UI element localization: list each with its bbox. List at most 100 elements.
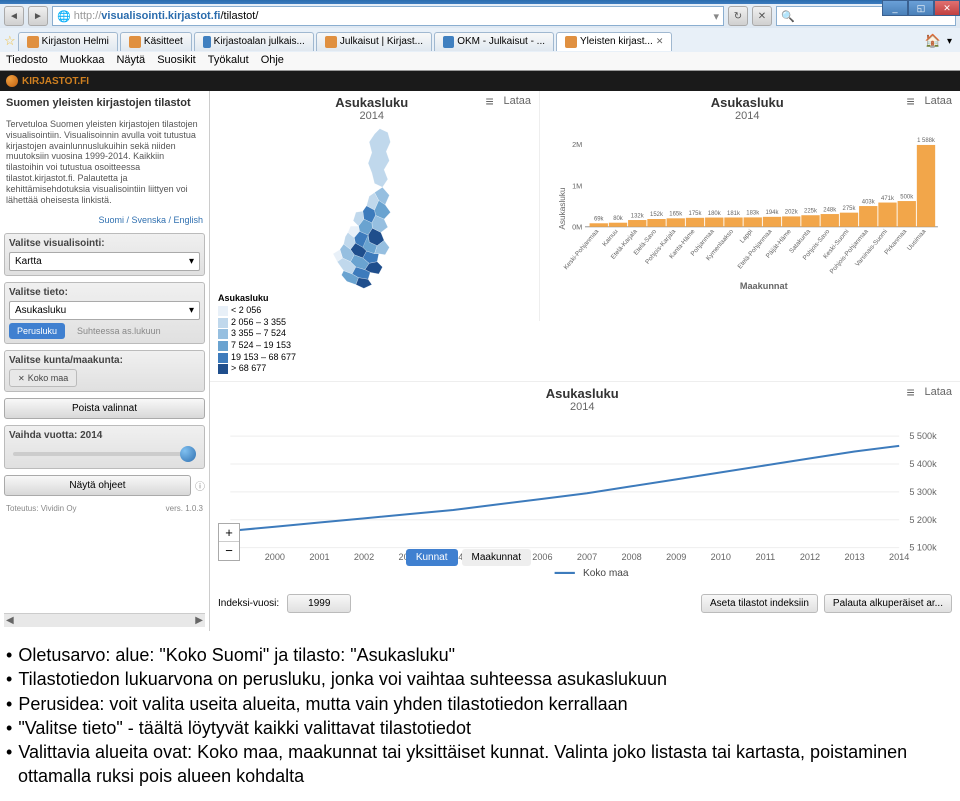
zoom-out-button[interactable]: − (219, 542, 239, 560)
svg-text:2013: 2013 (844, 552, 864, 562)
svg-text:403k: 403k (862, 199, 875, 205)
map-tab-maakunnat[interactable]: Maakunnat (462, 549, 531, 566)
bar-chart-pane: Asukasluku 2014 Lataa Asukasluku 2M1M0M … (540, 91, 960, 321)
menu-file[interactable]: Tiedosto (6, 54, 48, 68)
svg-text:500k: 500k (900, 194, 913, 200)
svg-text:183k: 183k (746, 211, 759, 217)
tab-3[interactable]: Julkaisut | Kirjast... (316, 32, 432, 51)
tab-strip: ☆ Kirjaston Helmi Käsitteet Kirjastoalan… (0, 28, 960, 52)
svg-text:Kainuu: Kainuu (601, 228, 619, 248)
tab-0[interactable]: Kirjaston Helmi (18, 32, 118, 51)
close-icon[interactable]: ✕ (656, 36, 664, 47)
zoom-control[interactable]: + − (218, 523, 240, 561)
vis-select[interactable]: Kartta▾ (9, 252, 200, 271)
svg-text:2001: 2001 (309, 552, 329, 562)
menu-help[interactable]: Ohje (261, 54, 284, 68)
home-icon[interactable]: 🏠 (925, 33, 941, 49)
index-year-select[interactable]: 1999 (287, 594, 351, 613)
bar-chart[interactable]: Asukasluku 2M1M0M 69k80k132k152k165k175k… (540, 126, 960, 291)
bar-title: Asukasluku (711, 95, 784, 110)
finland-map[interactable] (210, 126, 539, 291)
svg-text:Uusimaa: Uusimaa (906, 228, 928, 252)
download-button[interactable]: Lataa (924, 386, 952, 398)
year-label: Vaihda vuotta: 2014 (9, 430, 200, 441)
bar-year: 2014 (711, 110, 784, 122)
svg-text:0M: 0M (572, 223, 582, 232)
svg-text:69k: 69k (594, 217, 604, 223)
svg-text:165k: 165k (669, 212, 682, 218)
sidebar-intro: Tervetuloa Suomen yleisten kirjastojen t… (4, 117, 205, 207)
svg-text:5 300k: 5 300k (909, 487, 937, 497)
chevron-down-icon: ▾ (189, 256, 194, 267)
svg-text:248k: 248k (823, 207, 836, 213)
svg-text:1M: 1M (572, 181, 582, 190)
svg-text:275k: 275k (843, 206, 856, 212)
menu-bar: Tiedosto Muokkaa Näytä Suosikit Työkalut… (0, 52, 960, 70)
menu-tools[interactable]: Työkalut (208, 54, 249, 68)
tab-5[interactable]: Yleisten kirjast...✕ (556, 32, 672, 51)
svg-text:2010: 2010 (711, 552, 731, 562)
reset-button[interactable]: Palauta alkuperäiset ar... (824, 594, 952, 613)
svg-text:152k: 152k (650, 212, 663, 218)
menu-view[interactable]: Näytä (116, 54, 145, 68)
menu-icon[interactable] (485, 96, 497, 106)
svg-text:5 100k: 5 100k (909, 543, 937, 553)
menu-icon[interactable] (906, 96, 918, 106)
svg-text:5 400k: 5 400k (909, 459, 937, 469)
refresh-button[interactable]: ↻ (728, 6, 748, 26)
minimize-button[interactable]: _ (882, 0, 908, 16)
svg-text:Maakunnat: Maakunnat (740, 281, 788, 291)
close-window-button[interactable]: ✕ (934, 0, 960, 16)
svg-text:2011: 2011 (756, 552, 776, 562)
back-button[interactable]: ◄ (4, 6, 24, 26)
menu-icon[interactable] (906, 387, 918, 397)
restore-button[interactable]: ◱ (908, 0, 934, 16)
language-links[interactable]: Suomi / Svenska / English (4, 213, 205, 227)
help-button[interactable]: Näytä ohjeet (4, 475, 191, 496)
caption-text: Oletusarvo: alue: "Koko Suomi" ja tilast… (0, 631, 960, 801)
pill-suhteessa[interactable]: Suhteessa as.lukuun (69, 323, 169, 339)
svg-text:80k: 80k (613, 216, 623, 222)
svg-text:2012: 2012 (800, 552, 820, 562)
svg-text:2000: 2000 (265, 552, 285, 562)
map-tab-kunnat[interactable]: Kunnat (406, 549, 458, 566)
window-buttons: _ ◱ ✕ (882, 0, 960, 16)
favorites-icon[interactable]: ☆ (4, 33, 16, 49)
area-chip-kokomaa[interactable]: ✕Koko maa (9, 369, 77, 387)
svg-text:2002: 2002 (354, 552, 374, 562)
download-button[interactable]: Lataa (924, 95, 952, 107)
set-index-button[interactable]: Aseta tilastot indeksiin (701, 594, 818, 613)
svg-text:Etelä-Pohjanmaa: Etelä-Pohjanmaa (737, 228, 774, 270)
vis-label: Valitse visualisointi: (9, 238, 200, 249)
zoom-in-button[interactable]: + (219, 524, 239, 542)
logo-icon (6, 75, 18, 87)
menu-favorites[interactable]: Suosikit (157, 54, 196, 68)
tab-2[interactable]: Kirjastoalan julkais... (194, 32, 314, 51)
site-header: KIRJASTOT.FI (0, 71, 960, 91)
menu-edit[interactable]: Muokkaa (60, 54, 105, 68)
stop-button[interactable]: ✕ (752, 6, 772, 26)
svg-text:181k: 181k (727, 211, 740, 217)
horizontal-scrollbar[interactable]: ◀▶ (4, 613, 205, 627)
map-legend: Asukasluku < 2 0562 056 – 3 3553 355 – 7… (216, 291, 298, 377)
pill-perusluku[interactable]: Perusluku (9, 323, 65, 339)
download-button[interactable]: Lataa (503, 95, 531, 107)
svg-text:1 588k: 1 588k (917, 138, 935, 144)
svg-text:5 500k: 5 500k (909, 431, 937, 441)
browser-chrome: _ ◱ ✕ ◄ ► 🌐 http://visualisointi.kirjast… (0, 0, 960, 71)
line-chart[interactable]: 5 500k5 400k5 300k5 200k5 100k 199920002… (210, 417, 960, 587)
svg-text:5 200k: 5 200k (909, 515, 937, 525)
line-title: Asukasluku (546, 386, 619, 401)
forward-button[interactable]: ► (28, 6, 48, 26)
map-pane: Asukasluku 2014 Lataa (210, 91, 540, 321)
tab-1[interactable]: Käsitteet (120, 32, 192, 51)
data-select[interactable]: Asukasluku▾ (9, 301, 200, 320)
address-bar[interactable]: 🌐 http://visualisointi.kirjastot.fi/tila… (52, 6, 724, 26)
tab-4[interactable]: OKM - Julkaisut - ... (434, 32, 554, 51)
area-label: Valitse kunta/maakunta: (9, 355, 200, 366)
map-title: Asukasluku (335, 95, 408, 110)
clear-button[interactable]: Poista valinnat (4, 398, 205, 419)
line-chart-pane: Asukasluku 2014 Lataa 5 500k5 400k5 300k… (210, 382, 960, 631)
year-slider[interactable] (13, 452, 196, 456)
svg-text:Keski-Pohjanmaa: Keski-Pohjanmaa (563, 228, 601, 271)
